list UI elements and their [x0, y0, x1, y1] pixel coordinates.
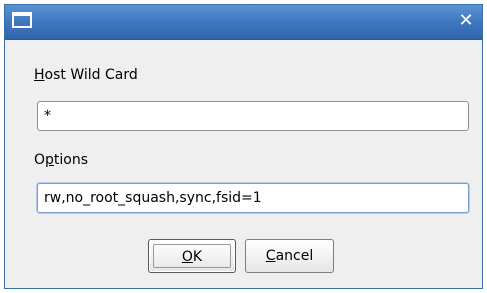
host-label-mnemonic: H: [34, 67, 45, 83]
title-bar[interactable]: ✕: [5, 5, 482, 40]
dialog-window: ✕ Host Wild Card Options OK Cancel: [4, 4, 483, 289]
host-wild-card-input[interactable]: [37, 101, 469, 131]
ok-label-rest: K: [192, 249, 203, 265]
options-input[interactable]: [37, 183, 469, 213]
options-label: Options: [34, 152, 88, 168]
cancel-label-rest: ancel: [275, 248, 314, 264]
options-label-mnemonic: p: [45, 152, 54, 168]
cancel-button[interactable]: Cancel: [245, 239, 334, 273]
cancel-mnemonic: C: [265, 248, 276, 264]
ok-mnemonic: O: [181, 249, 193, 265]
host-wild-card-label: Host Wild Card: [34, 67, 138, 83]
ok-button-focus-ring: OK: [153, 244, 231, 268]
options-label-rest: tions: [53, 152, 89, 168]
close-icon[interactable]: ✕: [456, 11, 476, 31]
window-icon: [12, 12, 32, 28]
host-label-rest: ost Wild Card: [44, 67, 138, 83]
ok-button[interactable]: OK: [148, 239, 236, 273]
options-label-pre: O: [34, 152, 46, 168]
